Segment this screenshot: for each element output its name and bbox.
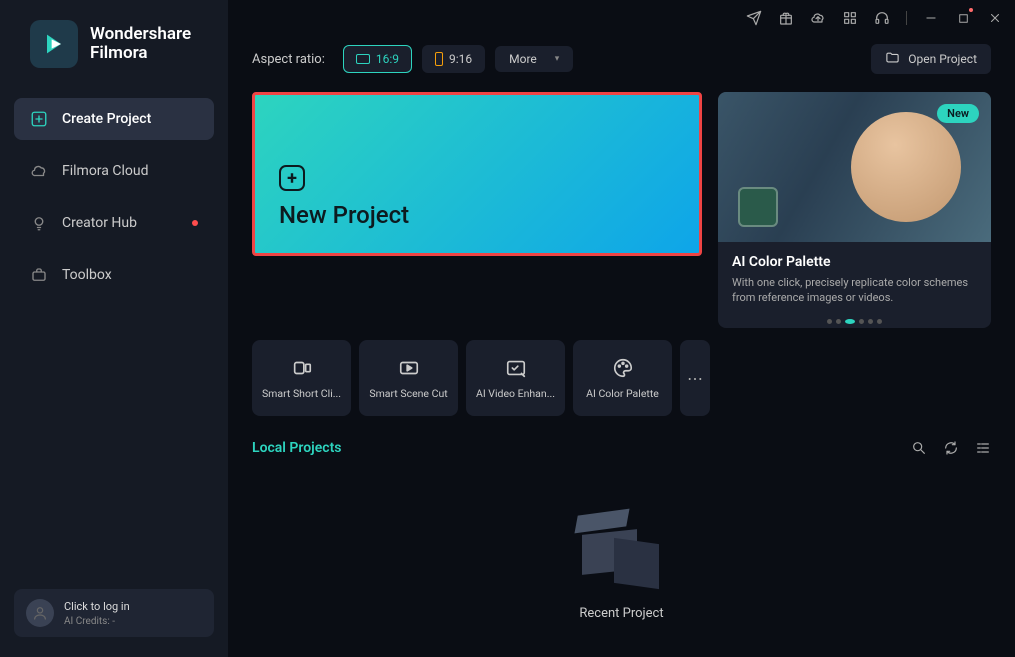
notification-dot-icon: [192, 220, 198, 226]
aspect-ratio-label: Aspect ratio:: [252, 52, 325, 67]
brand-logo: Wondershare Filmora: [0, 20, 228, 98]
new-project-label: New Project: [279, 201, 675, 229]
divider: [906, 11, 907, 25]
titlebar: [228, 0, 1015, 36]
promo-description: With one click, precisely replicate colo…: [732, 275, 977, 305]
login-prompt[interactable]: Click to log in AI Credits: -: [14, 589, 214, 637]
enhance-icon: [505, 357, 527, 379]
tool-label: Smart Scene Cut: [365, 387, 452, 400]
open-project-label: Open Project: [908, 52, 977, 66]
credits-label: AI Credits: -: [64, 616, 130, 627]
main-area: Aspect ratio: 16:9 9:16 More ▾ Open Proj…: [228, 0, 1015, 657]
aspect-9-16-button[interactable]: 9:16: [422, 45, 485, 73]
headset-icon[interactable]: [874, 10, 890, 26]
chevron-down-icon: ▾: [555, 54, 560, 64]
tool-label: AI Color Palette: [579, 387, 666, 400]
apps-icon[interactable]: [842, 10, 858, 26]
filmora-logo-icon: [30, 20, 78, 68]
close-icon[interactable]: [987, 10, 1003, 26]
landscape-icon: [356, 54, 370, 64]
carousel-dots[interactable]: [718, 311, 991, 328]
recent-project-label: Recent Project: [579, 606, 663, 621]
avatar-icon: [26, 599, 54, 627]
tool-label: Smart Short Cli...: [258, 387, 345, 400]
toolbox-icon: [30, 266, 48, 284]
toolbar: Aspect ratio: 16:9 9:16 More ▾ Open Proj…: [228, 36, 1015, 92]
new-project-card[interactable]: + New Project: [252, 92, 702, 256]
sidebar-item-create-project[interactable]: Create Project: [14, 98, 214, 140]
clip-icon: [291, 357, 313, 379]
tool-label: AI Video Enhan...: [472, 387, 559, 400]
empty-state: Recent Project: [252, 456, 991, 621]
brand-line1: Wondershare: [90, 25, 191, 44]
cloud-icon: [30, 162, 48, 180]
plus-square-icon: [30, 110, 48, 128]
brand-line2: Filmora: [90, 44, 191, 63]
bulb-icon: [30, 214, 48, 232]
login-label: Click to log in: [64, 600, 130, 613]
plus-icon: +: [279, 165, 305, 191]
more-aspect-button[interactable]: More ▾: [495, 46, 573, 72]
open-project-button[interactable]: Open Project: [871, 44, 991, 74]
palette-icon: [612, 357, 634, 379]
promo-card[interactable]: New AI Color Palette With one click, pre…: [718, 92, 991, 328]
sidebar-item-creator-hub[interactable]: Creator Hub: [14, 202, 214, 244]
tool-ai-color-palette[interactable]: AI Color Palette: [573, 340, 672, 416]
list-view-icon[interactable]: [975, 440, 991, 456]
sidebar-item-filmora-cloud[interactable]: Filmora Cloud: [14, 150, 214, 192]
tool-smart-scene-cut[interactable]: Smart Scene Cut: [359, 340, 458, 416]
local-projects-title[interactable]: Local Projects: [252, 440, 342, 456]
more-dots-icon: ⋯: [687, 369, 703, 388]
sidebar-item-label: Toolbox: [62, 267, 112, 283]
maximize-icon[interactable]: [955, 10, 971, 26]
promo-image: New: [718, 92, 991, 242]
search-icon[interactable]: [911, 440, 927, 456]
tool-more-button[interactable]: ⋯: [680, 340, 710, 416]
empty-box-icon: [577, 506, 667, 586]
sidebar-item-label: Filmora Cloud: [62, 163, 148, 179]
sidebar-item-toolbox[interactable]: Toolbox: [14, 254, 214, 296]
gift-icon[interactable]: [778, 10, 794, 26]
tool-smart-short-clip[interactable]: Smart Short Cli...: [252, 340, 351, 416]
ar-16-9-text: 16:9: [376, 52, 399, 66]
sidebar-item-label: Create Project: [62, 111, 151, 127]
sidebar-item-label: Creator Hub: [62, 215, 137, 231]
tool-ai-video-enhance[interactable]: AI Video Enhan...: [466, 340, 565, 416]
scene-cut-icon: [398, 357, 420, 379]
more-label: More: [509, 52, 537, 66]
sidebar: Wondershare Filmora Create Project Filmo…: [0, 0, 228, 657]
promo-title: AI Color Palette: [732, 254, 977, 270]
portrait-icon: [435, 52, 443, 66]
aspect-16-9-button[interactable]: 16:9: [343, 45, 412, 73]
new-badge: New: [937, 104, 979, 123]
cloud-upload-icon[interactable]: [810, 10, 826, 26]
refresh-icon[interactable]: [943, 440, 959, 456]
minimize-icon[interactable]: [923, 10, 939, 26]
folder-icon: [885, 50, 900, 68]
ar-9-16-text: 9:16: [449, 52, 472, 66]
send-icon[interactable]: [746, 10, 762, 26]
